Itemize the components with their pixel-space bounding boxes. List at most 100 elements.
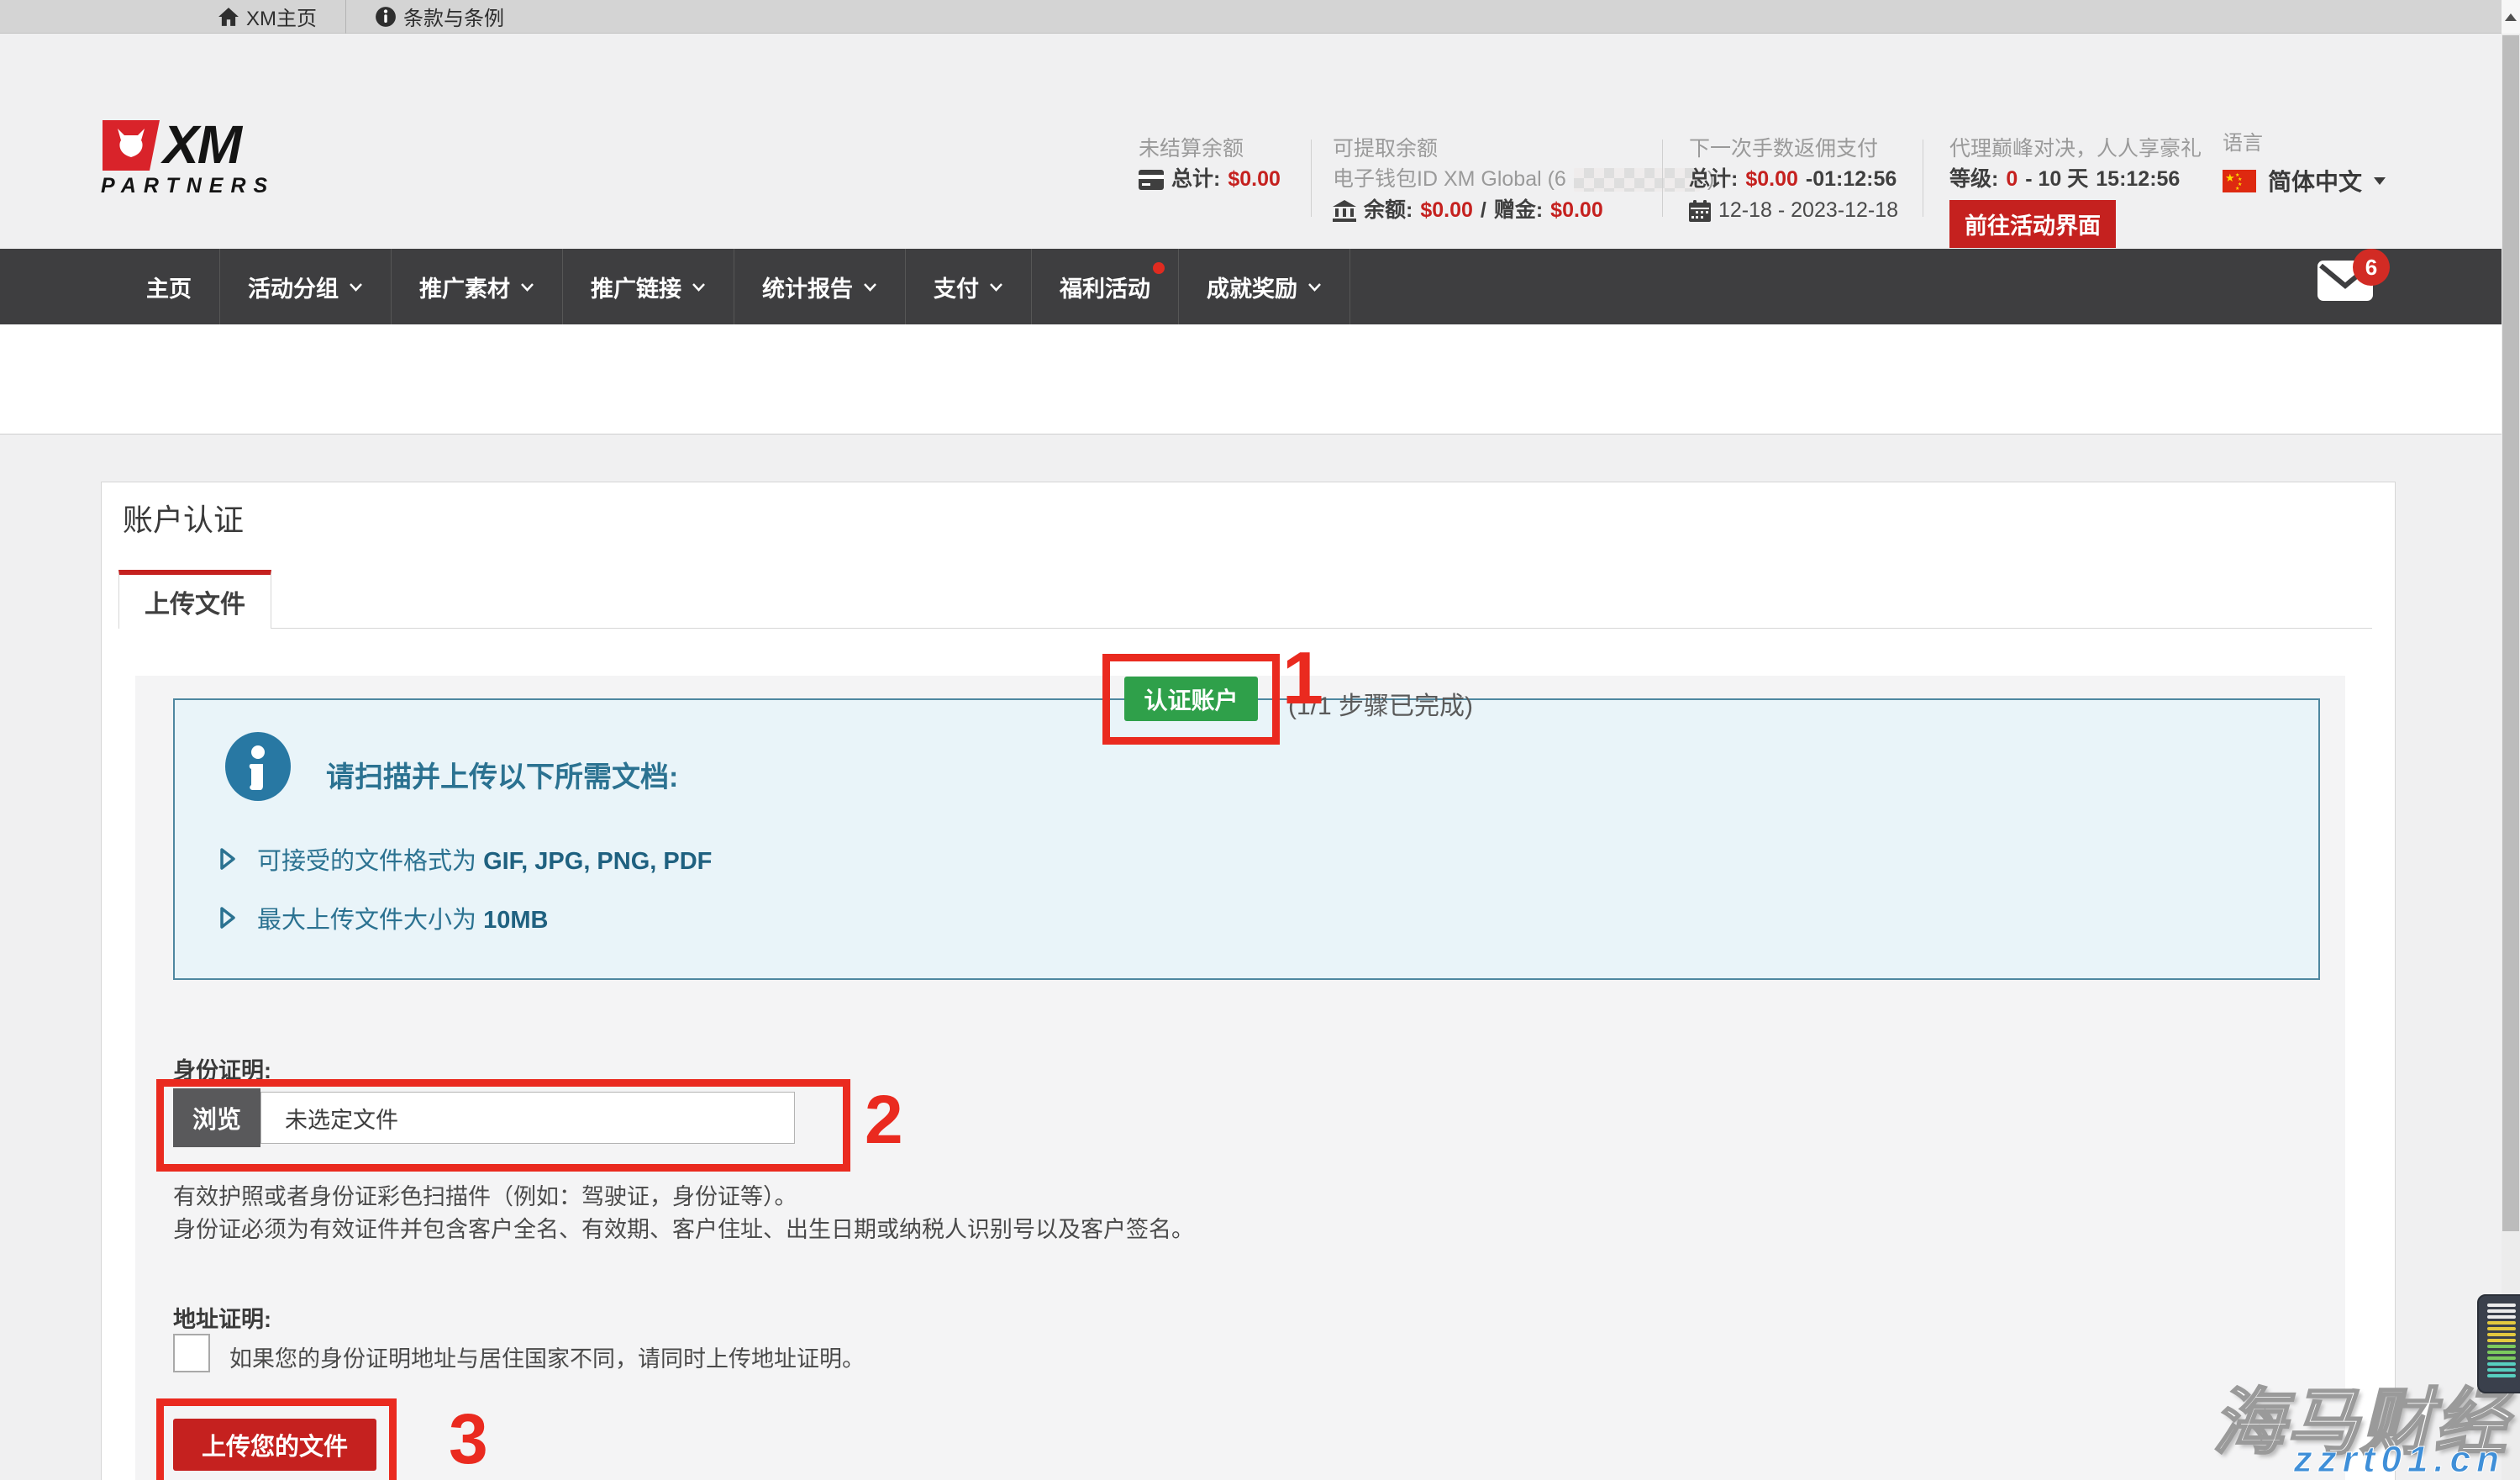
info-circle-icon <box>224 732 292 801</box>
nav-label: 支付 <box>934 271 979 303</box>
svg-text:★: ★ <box>2235 186 2239 192</box>
level-label: 等级: <box>1949 164 1998 195</box>
nav-label: 成就奖励 <box>1207 271 1297 303</box>
svg-text:★: ★ <box>2238 176 2242 182</box>
next-payout-block: 下一次手数返佣支付 总计: $0.00 -01:12:56 12-18 - 20… <box>1689 134 1898 226</box>
svg-text:★: ★ <box>2225 171 2235 184</box>
format-values: GIF, JPG, PNG, PDF <box>483 848 712 875</box>
chevron-down-icon <box>349 282 363 292</box>
promo-block: 代理巅峰对决，人人享豪礼 等级: 0 - 10 天 15:12:56 前往活动界… <box>1949 134 2202 248</box>
nav-label: 统计报告 <box>762 271 853 303</box>
next-payout-label: 下一次手数返佣支付 <box>1689 134 1898 164</box>
mailbox-button[interactable]: 6 <box>2317 261 2373 305</box>
payout-date-range: 12-18 - 2023-12-18 <box>1718 195 1898 226</box>
separator: / <box>1481 195 1486 226</box>
nav-home[interactable]: 主页 <box>118 249 220 324</box>
nav-benefits[interactable]: 福利活动 <box>1032 249 1179 324</box>
watermark-url: zzrt01.cn <box>2294 1439 2505 1480</box>
wallet-id-redacted <box>1574 168 1700 192</box>
page-title: 账户认证 <box>123 496 244 540</box>
unsettled-label: 未结算余额 <box>1139 134 1281 164</box>
tab-upload-files[interactable]: 上传文件 <box>118 570 271 629</box>
nav-achievements[interactable]: 成就奖励 <box>1179 249 1350 324</box>
wallet-id-prefix: 电子钱包ID XM Global (6 <box>1333 164 1566 195</box>
level-value: 0 <box>2006 164 2018 195</box>
main-nav: 主页 活动分组 推广素材 推广链接 统计报告 支付 福利活动 成就奖励 <box>0 249 2520 324</box>
file-name-field[interactable]: 未选定文件 <box>260 1092 795 1144</box>
bullet-triangle-icon <box>218 847 237 871</box>
equalizer-widget[interactable] <box>2477 1294 2520 1393</box>
scrollbar[interactable] <box>2502 0 2520 1480</box>
promo-label: 代理巅峰对决，人人享豪礼 <box>1949 134 2202 164</box>
nav-payments[interactable]: 支付 <box>906 249 1032 324</box>
nav-promo-links[interactable]: 推广链接 <box>563 249 734 324</box>
user-bar: 尊敬的SAN，您好 当前等级：Bronze 升级攻略 代理成就奖励计划，尊享更多… <box>0 324 2520 435</box>
bullet-triangle-icon <box>218 906 237 930</box>
home-icon <box>218 6 239 28</box>
nav-label: 推广素材 <box>419 271 510 303</box>
triangle-up-icon <box>2505 13 2517 21</box>
chevron-down-icon <box>520 282 534 292</box>
balance-label: 余额: <box>1364 195 1413 226</box>
identity-desc-line2: 身份证必须为有效证件并包含客户全名、有效期、客户住址、出生日期或纳税人识别号以及… <box>173 1214 1194 1246</box>
verify-account-button[interactable]: 认证账户 <box>1124 677 1258 721</box>
size-value: 10MB <box>483 907 548 934</box>
mail-count-badge: 6 <box>2353 249 2390 286</box>
xm-home-label: XM主页 <box>246 2 317 31</box>
nav-label: 推广链接 <box>591 271 681 303</box>
go-to-activity-button[interactable]: 前往活动界面 <box>1949 200 2116 248</box>
logo-text: XM <box>163 119 240 170</box>
bank-icon <box>1333 200 1356 222</box>
identity-file-input[interactable]: 浏览 未选定文件 <box>173 1088 795 1147</box>
calendar-icon <box>1689 200 1711 222</box>
bonus-value: $0.00 <box>1550 195 1603 226</box>
nav-promo-materials[interactable]: 推广素材 <box>392 249 563 324</box>
promo-timer: 15:12:56 <box>2096 164 2180 195</box>
terms-link[interactable]: 条款与条例 <box>346 0 533 34</box>
unsettled-total-label: 总计: <box>1171 164 1220 195</box>
scrollbar-up-arrow[interactable] <box>2502 0 2520 34</box>
size-text: 最大上传文件大小为 <box>257 907 483 934</box>
withdrawable-balance-block: 可提取余额 电子钱包ID XM Global (6 ) 余额: $0.00 / … <box>1333 134 1714 226</box>
nav-label: 福利活动 <box>1060 271 1150 303</box>
nav-activity-groups[interactable]: 活动分组 <box>220 249 392 324</box>
bonus-label: 赠金: <box>1494 195 1543 226</box>
browse-button[interactable]: 浏览 <box>173 1088 260 1147</box>
upload-form-panel: 请扫描并上传以下所需文档: 可接受的文件格式为 GIF, JPG, PNG, P… <box>135 676 2345 1480</box>
chevron-down-icon <box>692 282 706 292</box>
chevron-down-icon <box>2374 177 2386 185</box>
card-icon <box>1139 170 1164 190</box>
size-requirement: 最大上传文件大小为 10MB <box>218 900 548 935</box>
language-label: 语言 <box>2223 129 2386 159</box>
language-block: 语言 ★★★★★ 简体中文 <box>2223 129 2386 198</box>
bull-icon <box>101 119 161 171</box>
payout-total-label: 总计: <box>1689 164 1738 195</box>
xm-home-link[interactable]: XM主页 <box>189 0 346 34</box>
unsettled-total-value: $0.00 <box>1228 164 1281 195</box>
identity-desc-line1: 有效护照或者身份证彩色扫描件（例如：驾驶证，身份证等）。 <box>173 1181 1194 1214</box>
identity-proof-label: 身份证明: <box>173 1052 271 1085</box>
scrollbar-thumb[interactable] <box>2502 35 2519 1231</box>
address-proof-label: 地址证明: <box>173 1301 271 1334</box>
language-selector[interactable]: ★★★★★ 简体中文 <box>2223 164 2386 198</box>
annotation-digit-2: 2 <box>865 1086 903 1155</box>
divider <box>1311 140 1312 217</box>
instructions-box: 请扫描并上传以下所需文档: 可接受的文件格式为 GIF, JPG, PNG, P… <box>173 698 2320 980</box>
page: XM主页 条款与条例 XM PARTNERS 未结算余额 总计: $0 <box>0 0 2520 1480</box>
logo-subtext: PARTNERS <box>101 174 275 198</box>
address-proof-checkbox[interactable] <box>173 1334 210 1372</box>
chevron-down-icon <box>1307 282 1322 292</box>
account-verification-card: 账户认证 上传文件 请扫描并上传以下所需文档: 可接受的文件格式为 GIF, J… <box>101 482 2396 1480</box>
address-proof-hint: 如果您的身份证明地址与居住国家不同，请同时上传地址证明。 <box>229 1340 865 1373</box>
xm-partners-logo[interactable]: XM PARTNERS <box>101 119 275 198</box>
payout-countdown: -01:12:56 <box>1806 164 1897 195</box>
upload-files-button[interactable]: 上传您的文件 <box>173 1419 376 1471</box>
chevron-down-icon <box>989 282 1003 292</box>
tab-strip-border <box>118 628 2372 629</box>
annotation-digit-3: 3 <box>449 1404 488 1474</box>
info-icon <box>375 6 397 28</box>
nav-statistics[interactable]: 统计报告 <box>734 249 906 324</box>
divider <box>1662 140 1663 217</box>
level-rest: - 10 天 <box>2025 164 2088 195</box>
identity-description: 有效护照或者身份证彩色扫描件（例如：驾驶证，身份证等）。 身份证必须为有效证件并… <box>173 1181 1194 1246</box>
